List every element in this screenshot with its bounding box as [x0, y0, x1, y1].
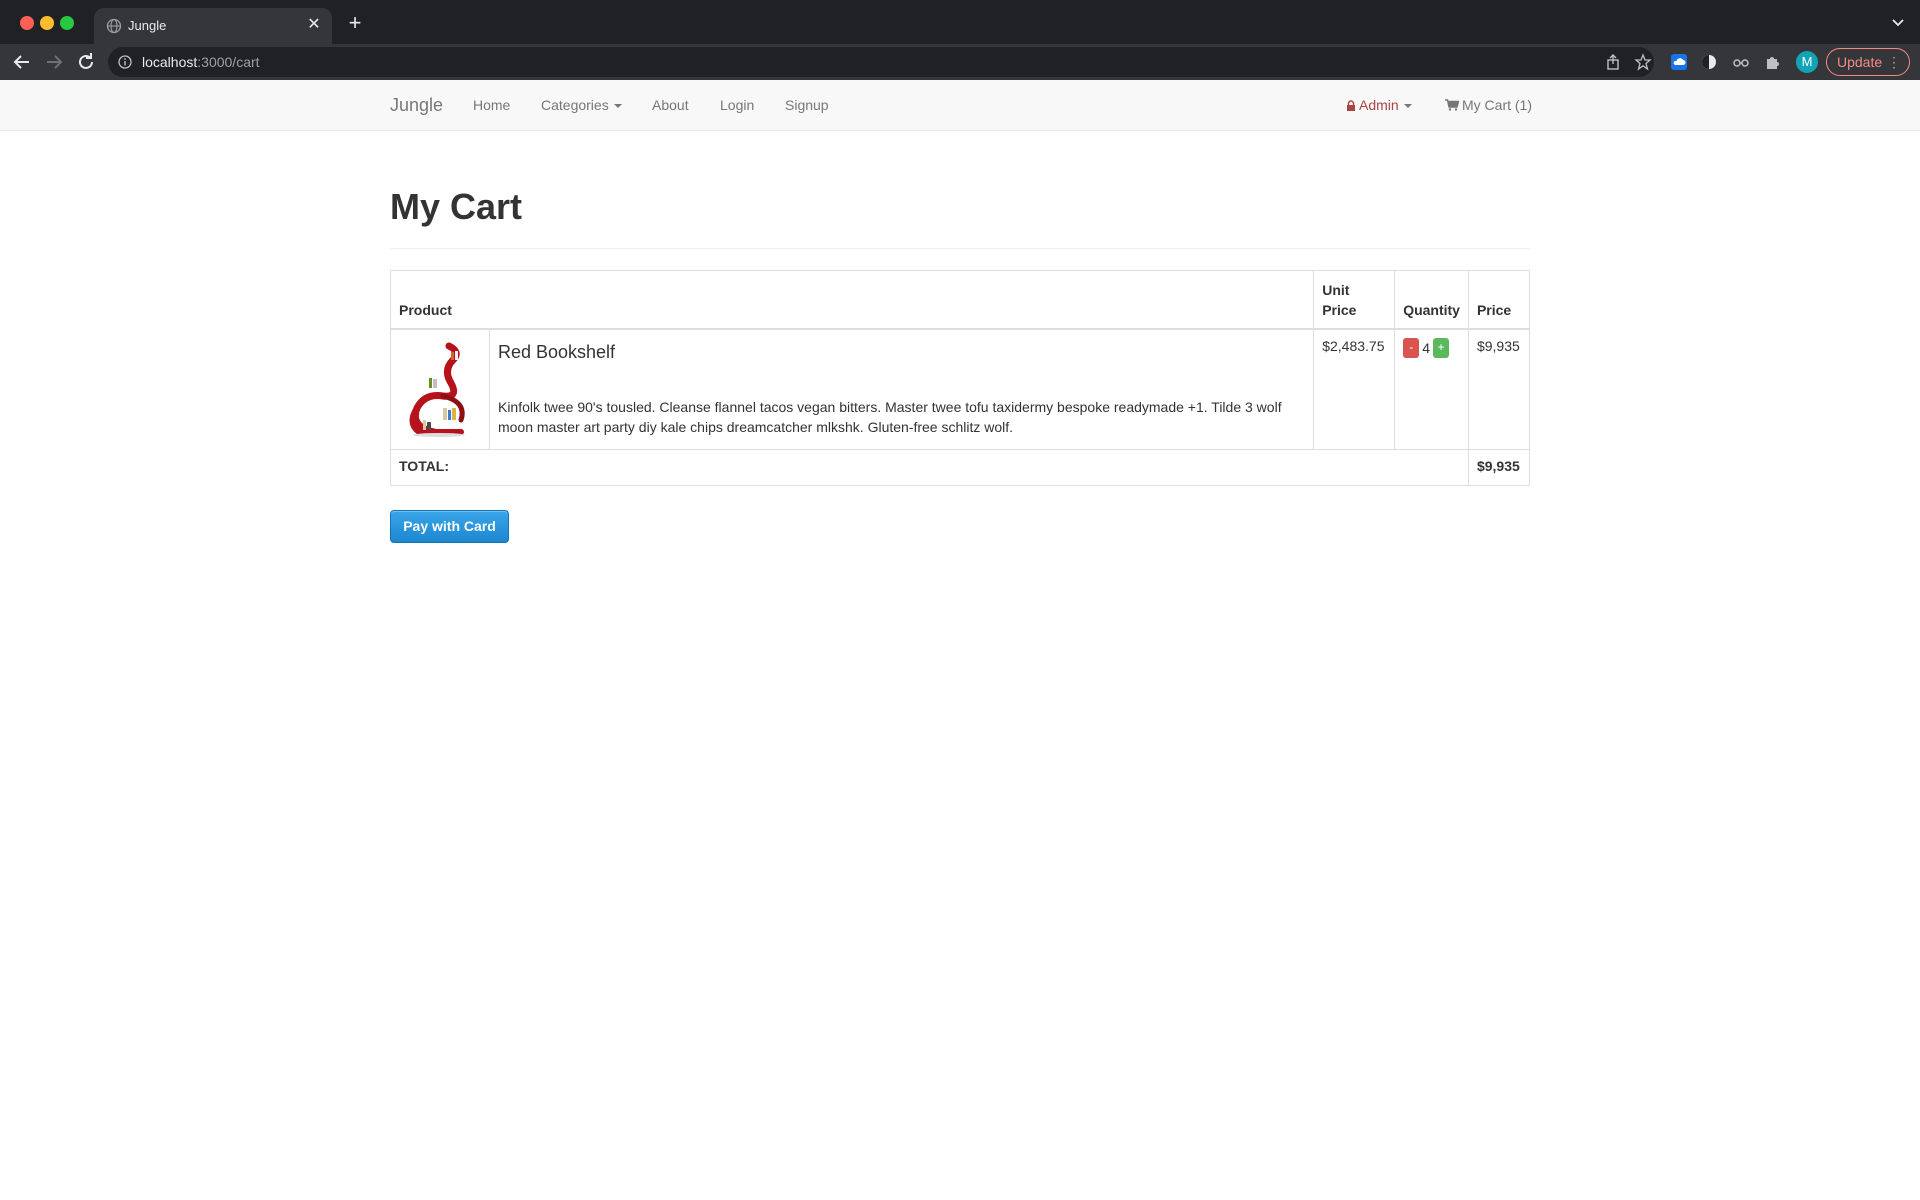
- shopping-cart-icon: [1445, 99, 1459, 111]
- product-description: Kinfolk twee 90's tousled. Cleanse flann…: [497, 398, 1282, 435]
- browser-tab-active[interactable]: Jungle ✕: [94, 8, 332, 44]
- line-price-cell: $9,935: [1467, 328, 1531, 450]
- categories-label: Categories: [541, 97, 609, 113]
- browser-toolbar: localhost:3000/cart M Update ⋮: [0, 44, 1920, 80]
- cart-label: My Cart (1): [1462, 97, 1532, 113]
- nav-link-signup[interactable]: Signup: [785, 97, 829, 113]
- new-tab-icon[interactable]: +: [344, 12, 366, 35]
- quantity-stepper: -4 +: [1403, 337, 1449, 358]
- caret-down-icon: [1403, 104, 1412, 109]
- table-row: Red Bookshelf Kinfolk twee 90's tousled.…: [390, 328, 1531, 450]
- quantity-cell: -4 +: [1394, 328, 1469, 450]
- admin-label: Admin: [1359, 97, 1399, 113]
- reload-icon[interactable]: [74, 50, 98, 74]
- nav-link-login[interactable]: Login: [720, 97, 754, 113]
- cloud-extension-icon[interactable]: [1670, 53, 1688, 71]
- title-divider: [390, 248, 1530, 249]
- globe-icon: [106, 18, 122, 34]
- admin-dropdown[interactable]: Admin: [1346, 97, 1412, 113]
- url-text: localhost:3000/cart: [142, 54, 260, 70]
- table-header-row: Product Unit Price Quantity Price: [389, 270, 1531, 330]
- total-label: TOTAL:: [390, 448, 1469, 486]
- increase-quantity-button[interactable]: +: [1432, 337, 1449, 358]
- caret-down-icon: [613, 104, 622, 109]
- column-header-quantity: Quantity: [1394, 270, 1469, 330]
- browser-update-button[interactable]: Update ⋮: [1826, 48, 1910, 76]
- minimize-window-button[interactable]: [40, 16, 54, 30]
- nav-link-about[interactable]: About: [652, 97, 689, 113]
- profile-avatar[interactable]: M: [1796, 51, 1818, 73]
- bookmark-star-icon[interactable]: [1634, 53, 1652, 71]
- navbar-brand[interactable]: Jungle: [390, 95, 443, 116]
- product-details-cell: Red Bookshelf Kinfolk twee 90's tousled.…: [488, 328, 1315, 450]
- decrease-quantity-button[interactable]: -: [1403, 337, 1420, 358]
- share-icon[interactable]: [1604, 53, 1622, 71]
- forward-arrow-icon[interactable]: [42, 50, 66, 74]
- product-image: [409, 342, 465, 437]
- site-info-icon[interactable]: [118, 55, 132, 69]
- unit-price-header-line1: Unit: [1322, 281, 1350, 298]
- tab-strip: Jungle ✕ +: [0, 0, 1920, 44]
- total-row: TOTAL: $9,935: [390, 448, 1531, 486]
- lock-icon: [1347, 100, 1355, 111]
- close-tab-icon[interactable]: ✕: [304, 15, 324, 35]
- glasses-extension-icon[interactable]: [1732, 53, 1750, 71]
- tab-title: Jungle: [128, 18, 167, 33]
- address-bar[interactable]: localhost:3000/cart: [108, 47, 1654, 77]
- nav-link-home[interactable]: Home: [473, 97, 510, 113]
- unit-price-cell: $2,483.75: [1313, 328, 1396, 450]
- pay-with-card-button[interactable]: Pay with Card: [390, 510, 509, 543]
- kebab-menu-icon[interactable]: ⋮: [1887, 49, 1901, 75]
- cart-table: Product Unit Price Quantity Price Red Bo…: [389, 270, 1531, 486]
- unit-price-header-line2: Price: [1322, 301, 1357, 318]
- page-title: My Cart: [390, 186, 523, 227]
- column-header-unit-price: Unit Price: [1313, 270, 1396, 330]
- extensions-puzzle-icon[interactable]: [1764, 53, 1782, 71]
- close-window-button[interactable]: [20, 16, 34, 30]
- tab-search-chevron-icon[interactable]: [1890, 14, 1906, 30]
- product-thumbnail-cell: [390, 328, 490, 450]
- product-name[interactable]: Red Bookshelf: [498, 342, 1305, 363]
- browser-chrome: Jungle ✕ + localhost:3000/cart M Update …: [0, 0, 1920, 80]
- app-navbar: Jungle Home Categories About Login Signu…: [0, 80, 1920, 131]
- back-arrow-icon[interactable]: [10, 50, 34, 74]
- quantity-value: 4: [1422, 339, 1430, 356]
- nav-link-categories[interactable]: Categories: [541, 97, 622, 113]
- total-value: $9,935: [1467, 448, 1531, 486]
- dark-mode-extension-icon[interactable]: [1700, 53, 1718, 71]
- column-header-price: Price: [1467, 270, 1531, 330]
- maximize-window-button[interactable]: [60, 16, 74, 30]
- url-host: localhost: [142, 54, 198, 70]
- column-header-product: Product: [389, 270, 1315, 330]
- nav-link-cart[interactable]: My Cart (1): [1445, 97, 1532, 113]
- update-label: Update: [1837, 54, 1883, 70]
- url-path: :3000/cart: [197, 54, 260, 70]
